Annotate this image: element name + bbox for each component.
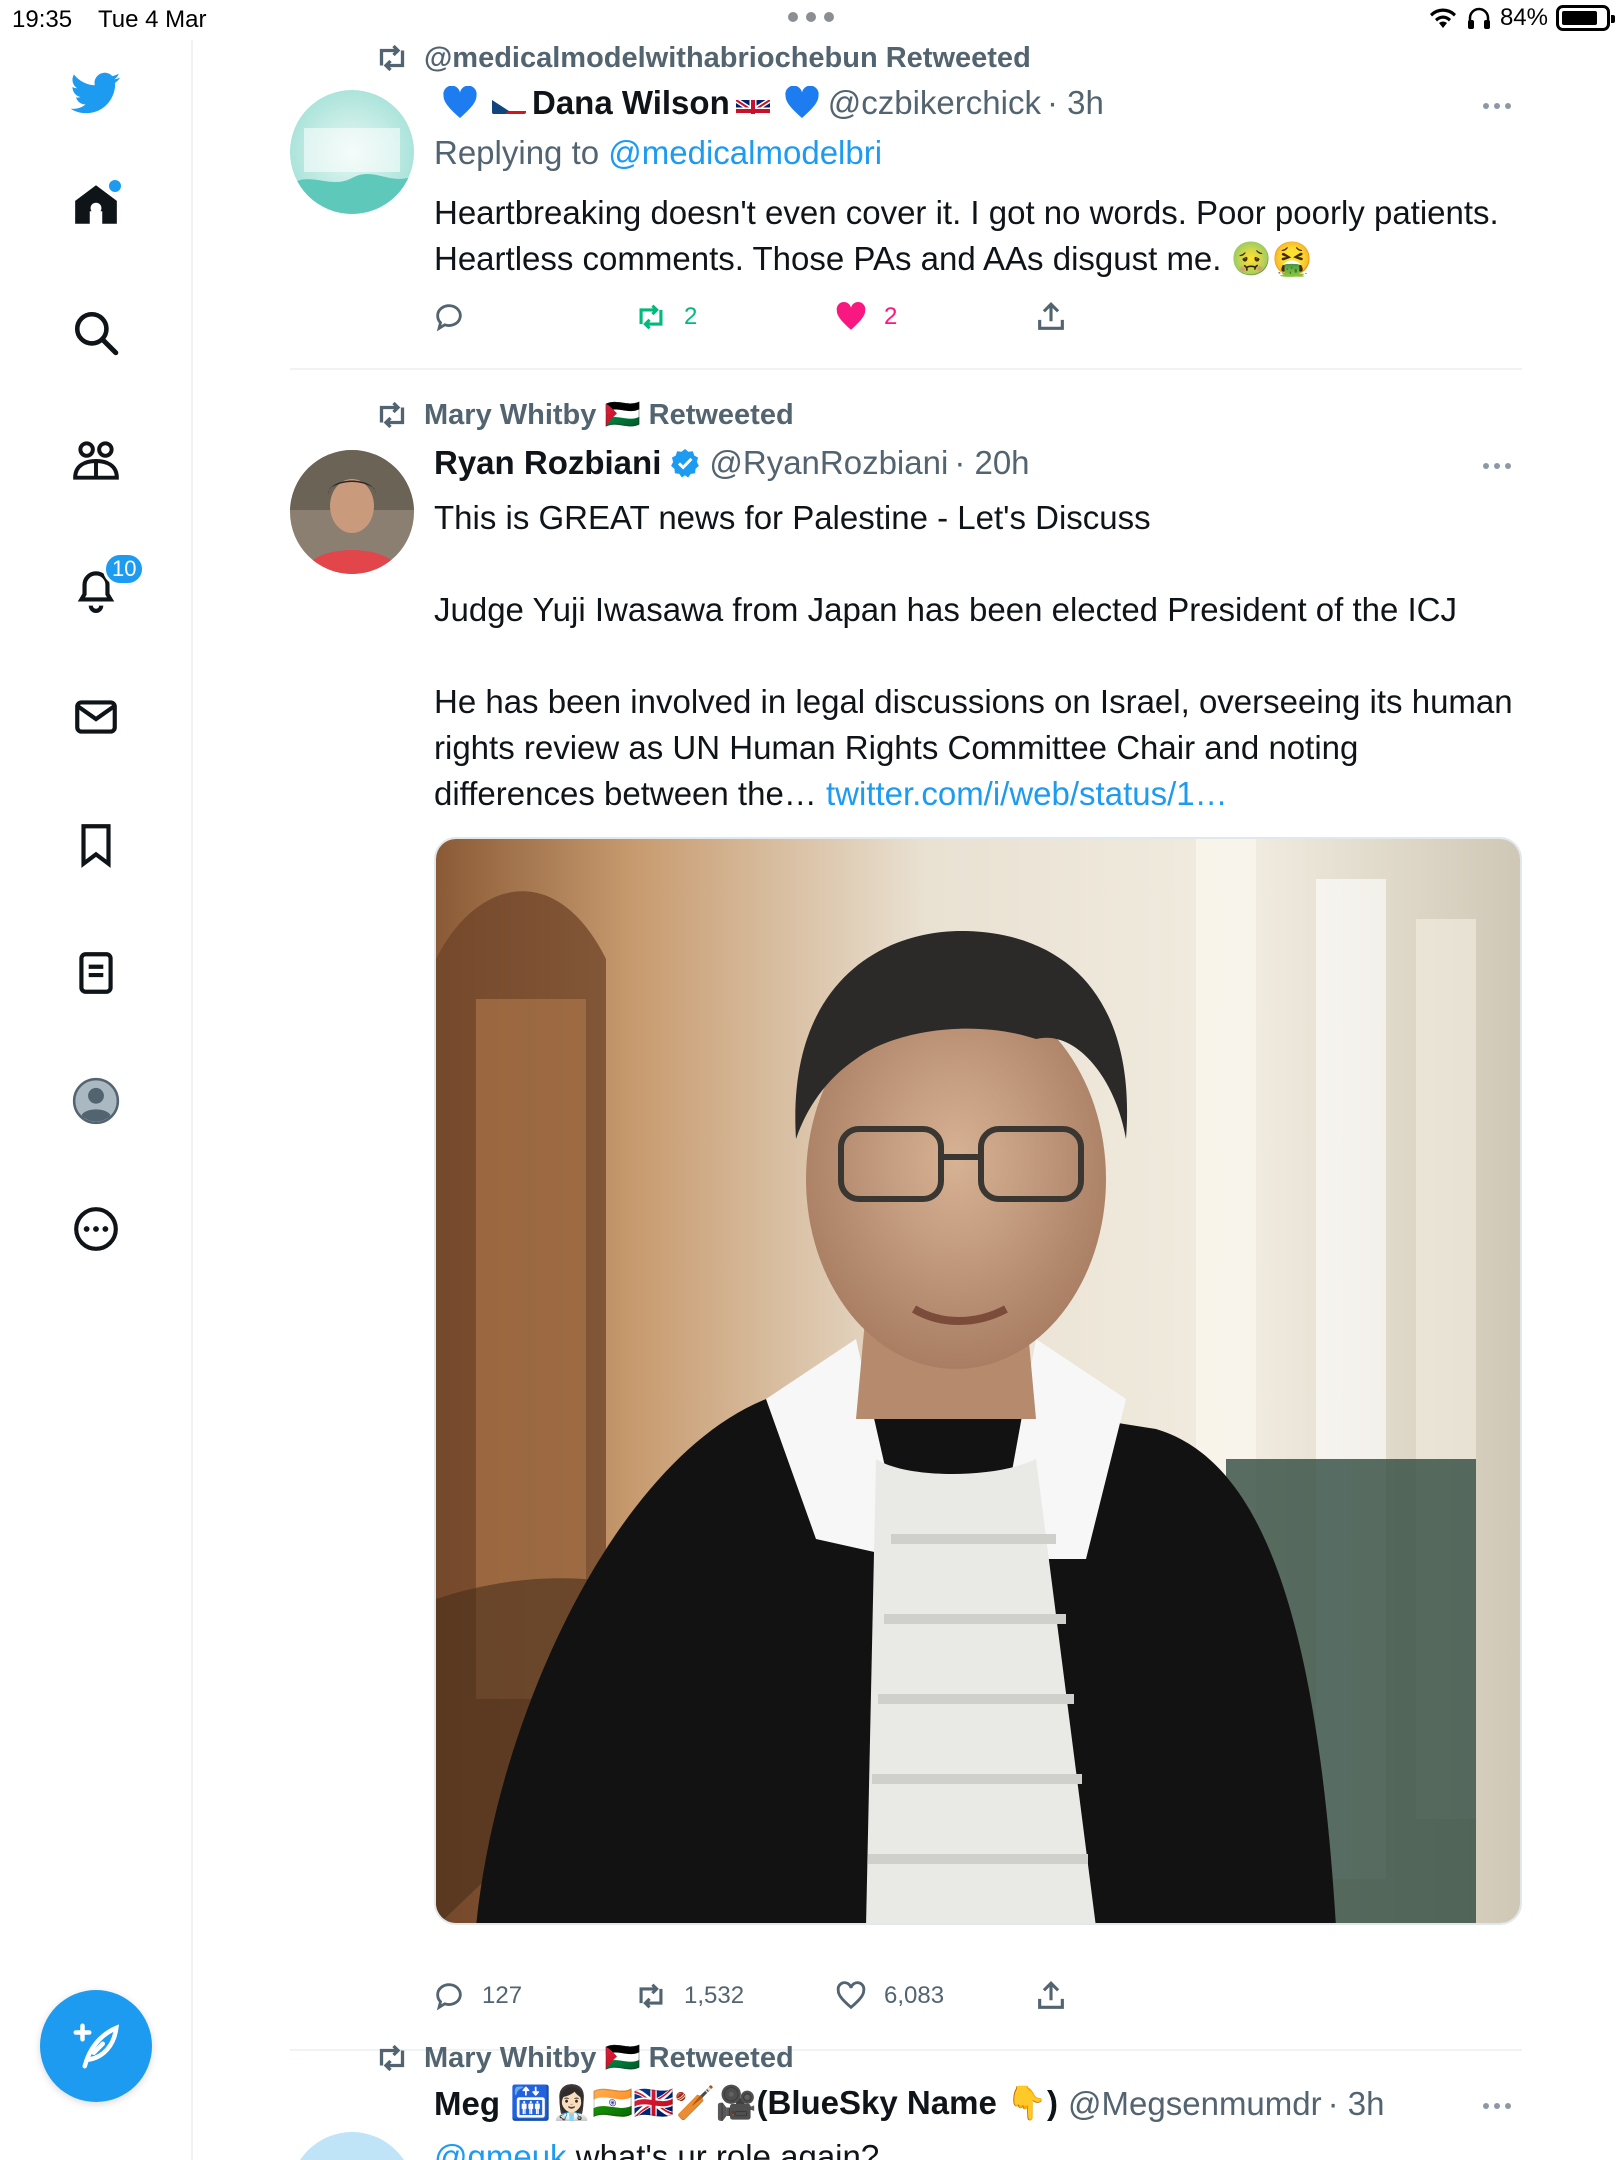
tweet-text-body: He has been involved in legal discussion… [434,679,1524,817]
status-date: Tue 4 Mar [98,6,207,33]
tweet[interactable]: Mary Whitby 🇵🇸 Retweeted Meg 🛗👩🏻‍⚕️🇮🇳🇬🇧🏏… [290,2040,1522,2160]
timestamp[interactable]: · 3h [1328,2085,1385,2123]
display-name[interactable]: Ryan Rozbiani [434,444,661,482]
handle[interactable]: @czbikerchick [828,84,1041,122]
headphones-icon [1467,7,1490,29]
retweet-button[interactable]: 2 [634,300,697,334]
battery-percent: 84% [1499,4,1548,31]
reply-mention-link[interactable]: @gmeuk [434,2138,567,2160]
share-button[interactable] [1034,1979,1068,2013]
retweet-icon [379,2044,405,2072]
share-icon [1038,302,1064,330]
home-icon[interactable] [67,176,125,234]
like-count: 2 [884,303,898,330]
tweet-text-body: @gmeuk what's ur role again? [434,2134,1524,2160]
more-options-icon[interactable] [1472,96,1522,116]
display-name[interactable]: Meg [434,2085,500,2123]
reply-mention-link[interactable]: @medicalmodelbri [608,134,882,171]
heart-filled-icon [836,301,866,330]
retweet-button[interactable]: 1,532 [634,1979,744,2013]
retweet-icon [639,304,663,330]
twitter-logo-icon[interactable] [67,64,125,122]
status-indicators: 84% [1428,4,1615,32]
tweet-header: Ryan Rozbiani @RyanRozbiani · 20h [434,444,1030,482]
retweet-context: @medicalmodelwithabriochebun Retweeted [374,40,1031,76]
retweeted-by-label: Mary Whitby 🇵🇸 Retweeted [424,399,794,431]
feather-plus-icon [73,2023,119,2069]
tweet-header: Meg 🛗👩🏻‍⚕️🇮🇳🇬🇧🏏🎥(BlueSky Name 👇) @Megsen… [434,2084,1385,2123]
retweet-context: Mary Whitby 🇵🇸 Retweeted [374,2040,794,2076]
verified-badge-icon [671,449,700,478]
reply-icon [436,1983,462,2011]
like-button[interactable]: 6,083 [834,1979,944,2013]
wifi-icon [1429,8,1456,28]
blue-heart-icon [443,86,477,118]
blue-heart-icon [785,86,819,118]
avatar[interactable] [290,2132,414,2160]
retweet-count: 2 [684,303,698,330]
timeline: @medicalmodelwithabriochebun Retweeted D… [290,40,1522,2160]
communities-icon[interactable] [67,432,125,490]
reply-count: 127 [482,1982,523,2009]
replying-to: Replying to @medicalmodelbri [434,130,1524,176]
avatar[interactable] [290,90,414,214]
status-time: 19:35 [12,6,73,33]
display-name-suffix: 🛗👩🏻‍⚕️🇮🇳🇬🇧🏏🎥(BlueSky Name 👇) [510,2084,1059,2121]
czech-flag-icon [492,92,526,114]
notifications-badge: 10 [103,552,146,586]
status-bar: 19:35 Tue 4 Mar 84% [0,0,1620,40]
sidebar: 10 [0,40,193,2160]
avatar[interactable] [290,450,414,574]
tweet-photo[interactable] [434,837,1522,1925]
tweet-actions: 127 1,532 6,083 [434,1979,1114,2023]
reply-button[interactable] [432,300,466,334]
profile-icon[interactable] [67,1072,125,1130]
retweet-count: 1,532 [684,1982,745,2009]
more-options-icon[interactable] [1472,456,1522,476]
retweet-icon [639,1983,663,2009]
retweet-icon [379,44,405,72]
handle[interactable]: @RyanRozbiani [709,444,948,482]
tweet-actions: 2 2 [434,300,1114,344]
retweet-context: Mary Whitby 🇵🇸 Retweeted [374,397,794,433]
retweeted-by-label: @medicalmodelwithabriochebun Retweeted [424,41,1031,74]
retweeted-by-label: Mary Whitby 🇵🇸 Retweeted [424,2042,794,2074]
uk-flag-icon [735,92,770,114]
divider [290,368,1522,370]
battery-icon [1556,5,1615,31]
bookmark-icon[interactable] [67,816,125,874]
tweet-text: what's ur role again? [575,2138,880,2160]
more-options-icon[interactable] [1472,2096,1522,2116]
reply-icon [436,304,462,332]
share-icon [1038,1981,1064,2009]
compose-tweet-button[interactable] [40,1990,152,2102]
lists-icon[interactable] [67,944,125,1002]
tweet-text-line-2: Judge Yuji Iwasawa from Japan has been e… [434,591,1458,628]
tweet[interactable]: Mary Whitby 🇵🇸 Retweeted Ryan Rozbiani @… [290,397,1524,2051]
search-icon[interactable] [67,304,125,362]
more-circle-icon[interactable] [67,1200,125,1258]
tweet-link[interactable]: twitter.com/i/web/status/1… [826,775,1228,812]
tweet[interactable]: @medicalmodelwithabriochebun Retweeted D… [290,40,1522,370]
heart-icon [836,1981,866,2010]
display-name[interactable]: Dana Wilson [532,84,730,122]
tweet-text: Heartbreaking doesn't even cover it. I g… [434,194,1508,277]
like-count: 6,083 [884,1982,945,2009]
tweet-text-line-1: This is GREAT news for Palestine - Let's… [434,499,1151,536]
replying-label: Replying to [434,134,600,171]
mail-icon[interactable] [67,688,125,746]
bell-icon[interactable]: 10 [67,552,146,618]
share-button[interactable] [1034,300,1068,334]
like-button[interactable]: 2 [834,300,897,334]
handle[interactable]: @Megsenmumdr [1068,2085,1322,2123]
tweet-header: Dana Wilson @czbikerchick · 3h [434,84,1104,122]
reply-button[interactable]: 127 [432,1979,522,2013]
timestamp[interactable]: · 3h [1047,84,1104,122]
timestamp[interactable]: · 20h [954,444,1029,482]
home-new-dot [109,180,121,192]
retweet-icon [379,401,405,429]
multitasking-dots-icon[interactable] [788,12,834,22]
